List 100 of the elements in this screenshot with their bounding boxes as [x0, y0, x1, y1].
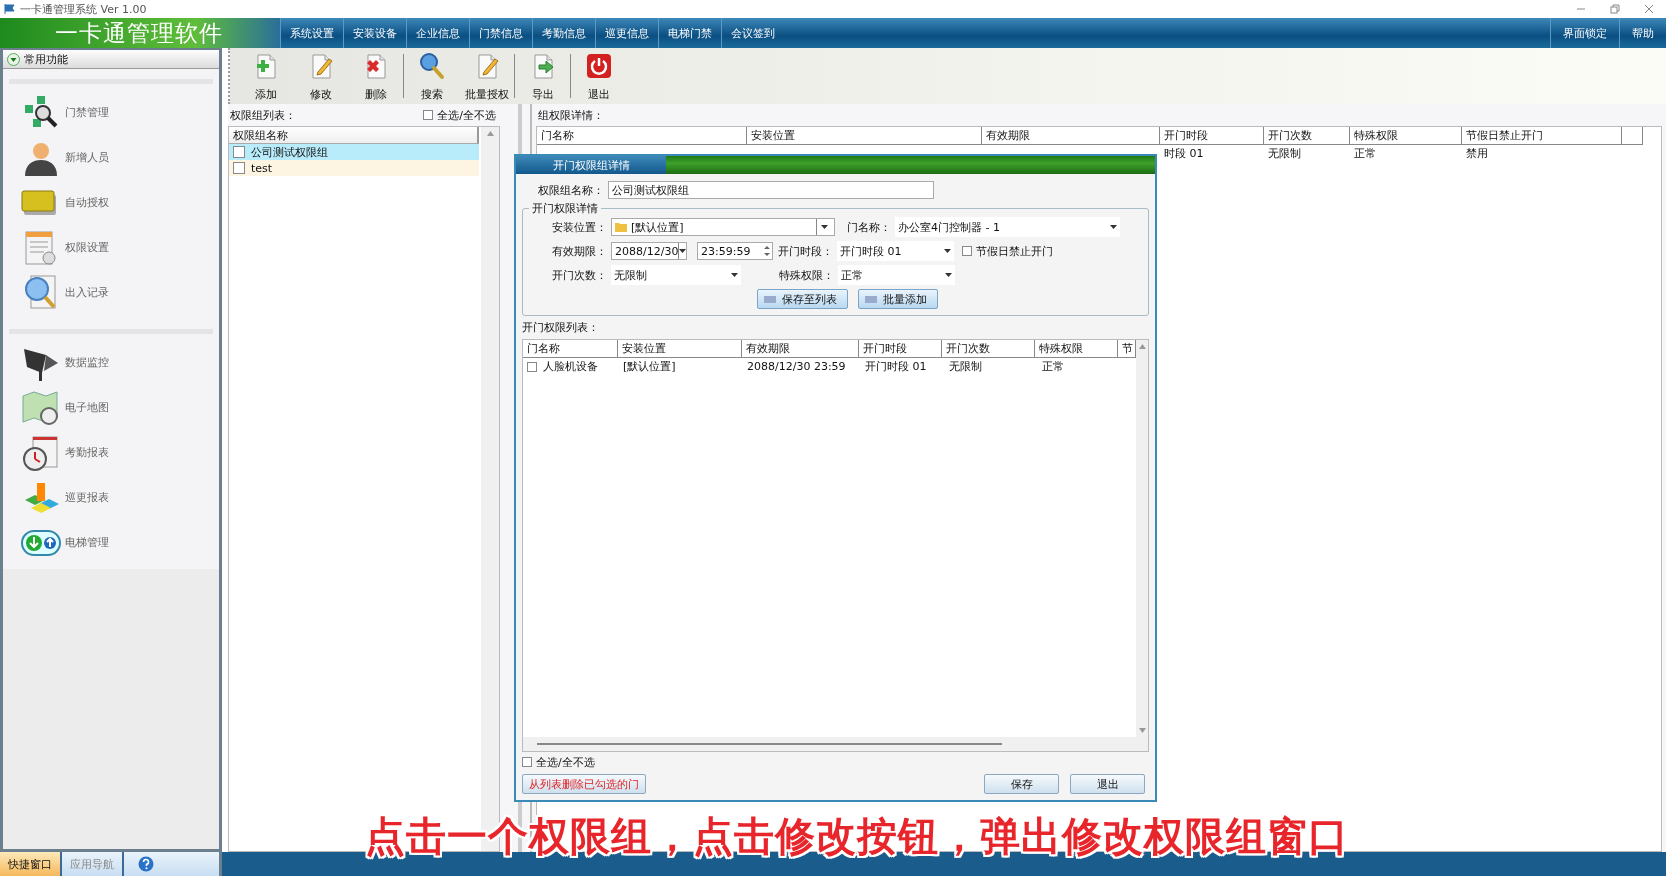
video-caption: 点击一个权限组，点击修改按钮，弹出修改权限组窗口: [365, 812, 1349, 861]
sidebar-item[interactable]: 巡更报表: [9, 475, 213, 520]
dropdown-caret-icon: [679, 249, 687, 253]
window-title: 一卡通管理系统 Ver 1.00: [20, 1, 147, 17]
delete-selected-button[interactable]: 从列表删除已勾选的门: [522, 774, 646, 794]
sidebar-item[interactable]: 自动授权: [9, 180, 213, 225]
special-dropdown[interactable]: 正常: [838, 265, 955, 285]
save-button[interactable]: 保存: [984, 774, 1059, 794]
checkbox[interactable]: [962, 246, 972, 256]
toolbar-button[interactable]: 添加: [238, 48, 293, 104]
power-icon: [584, 52, 613, 80]
action-button[interactable]: 保存至列表: [757, 289, 848, 309]
sidebar-item[interactable]: 门禁管理: [9, 90, 213, 135]
row-label: 公司测试权限组: [251, 144, 328, 160]
table-cell: [默认位置]: [623, 359, 676, 374]
restore-icon[interactable]: [1608, 2, 1622, 16]
name-field[interactable]: 公司测试权限组: [608, 181, 934, 199]
column-header: 安装位置: [747, 127, 982, 144]
column-header: 开门时段: [1160, 127, 1264, 144]
collapse-icon: [7, 52, 20, 66]
close-icon[interactable]: [1642, 2, 1656, 16]
column-header: 门名称: [537, 127, 747, 144]
field-label: 有效期限：: [551, 243, 608, 259]
toolbar-button[interactable]: 删除: [348, 48, 403, 104]
toolbar-button[interactable]: 退出: [571, 48, 626, 104]
dropdown-caret-icon: [944, 249, 951, 253]
sidebar-item[interactable]: 考勤报表: [9, 430, 213, 475]
column-header: 开门次数: [1264, 127, 1350, 144]
table-cell: 无限制: [949, 359, 982, 374]
sidebar-item[interactable]: 数据监控: [9, 340, 213, 385]
table-cell: 正常: [1354, 146, 1376, 161]
period-dropdown[interactable]: 开门时段 01: [837, 241, 954, 261]
checkbox-label: 节假日禁止开门: [976, 243, 1053, 259]
help-icon[interactable]: [138, 856, 154, 872]
field-label: 开门次数：: [551, 267, 608, 283]
checkbox[interactable]: [423, 110, 434, 120]
checkbox-label: 全选/全不选: [437, 107, 496, 123]
sidebar-item[interactable]: 新增人员: [9, 135, 213, 180]
checkbox[interactable]: [527, 361, 537, 372]
horizontal-scrollbar[interactable]: [537, 743, 1002, 745]
toolbar-button[interactable]: 搜索: [404, 48, 459, 104]
sidebar-item[interactable]: 电梯管理: [9, 520, 213, 565]
table-cell: 无限制: [1268, 146, 1301, 161]
column-header: 门名称: [523, 340, 619, 357]
table-cell: 禁用: [1466, 146, 1488, 161]
panel-label: 权限组列表：: [230, 107, 296, 123]
dropdown-caret-icon: [731, 273, 738, 277]
field-label: 特殊权限：: [778, 267, 835, 283]
date-picker[interactable]: 2088/12/30: [611, 242, 687, 260]
column-header: 开门时段: [858, 340, 943, 357]
table-cell: 时段 01: [1164, 146, 1204, 161]
column-header: 节假日禁止开门: [1462, 127, 1622, 144]
toolbar-button[interactable]: 修改: [293, 48, 348, 104]
checkbox-label: 全选/全不选: [536, 754, 595, 770]
location-dropdown[interactable]: [默认位置]: [611, 218, 835, 236]
column-header: 有效期限: [982, 127, 1160, 144]
column-header: 节: [1118, 340, 1136, 357]
sidebar-header[interactable]: 常用功能: [3, 50, 219, 69]
dropdown-caret-icon: [945, 273, 952, 277]
toolbar-button[interactable]: 导出: [515, 48, 570, 104]
column-header: 权限组名称: [229, 127, 479, 144]
sidebar-item[interactable]: 出入记录: [9, 270, 213, 315]
folder-icon: [615, 222, 627, 232]
action-button[interactable]: 批量添加: [858, 289, 938, 309]
count-dropdown[interactable]: 无限制: [611, 265, 741, 285]
list-row[interactable]: test: [229, 160, 479, 176]
table-cell: 开门时段 01: [865, 359, 927, 374]
column-header: 安装位置: [618, 340, 742, 357]
app-flag-icon: [4, 4, 16, 14]
sidebar-title: 常用功能: [24, 51, 68, 67]
scroll-up-icon[interactable]: [1138, 344, 1146, 349]
field-label: 权限组名称：: [537, 182, 605, 198]
checkbox[interactable]: [233, 162, 245, 174]
door-dropdown[interactable]: 办公室4门控制器 - 1: [895, 217, 1120, 237]
sidebar-item[interactable]: 权限设置: [9, 225, 213, 270]
column-header: 特殊权限: [1350, 127, 1462, 144]
sidebar-item[interactable]: 电子地图: [9, 385, 213, 430]
column-header: 开门次数: [942, 340, 1035, 357]
spinner-arrows-icon: [762, 244, 772, 258]
app-name: 一卡通管理软件: [55, 18, 223, 48]
field-label: 安装位置：: [551, 219, 608, 235]
dropdown-caret-icon: [1110, 225, 1117, 229]
time-spinner[interactable]: 23:59:59: [697, 242, 773, 260]
checkbox[interactable]: [522, 757, 532, 767]
dropdown-caret-icon: [820, 225, 828, 229]
column-header: 特殊权限: [1034, 340, 1119, 357]
list-row[interactable]: 公司测试权限组: [229, 144, 479, 160]
table-cell: 人脸机设备: [543, 359, 598, 374]
column-header: 有效期限: [741, 340, 859, 357]
toolbar-button[interactable]: 批量授权: [459, 48, 514, 104]
table-cell: 2088/12/30 23:59: [747, 360, 846, 373]
panel-label: 组权限详情：: [538, 107, 604, 123]
scroll-up-icon[interactable]: [486, 131, 494, 136]
field-label: 开门时段：: [777, 243, 834, 259]
scroll-down-icon[interactable]: [1138, 728, 1146, 733]
list-label: 开门权限列表：: [522, 320, 600, 335]
bottom-tab[interactable]: 快捷窗口: [0, 852, 62, 876]
table-cell: 正常: [1042, 359, 1064, 374]
checkbox[interactable]: [233, 146, 245, 158]
exit-button[interactable]: 退出: [1070, 774, 1145, 794]
